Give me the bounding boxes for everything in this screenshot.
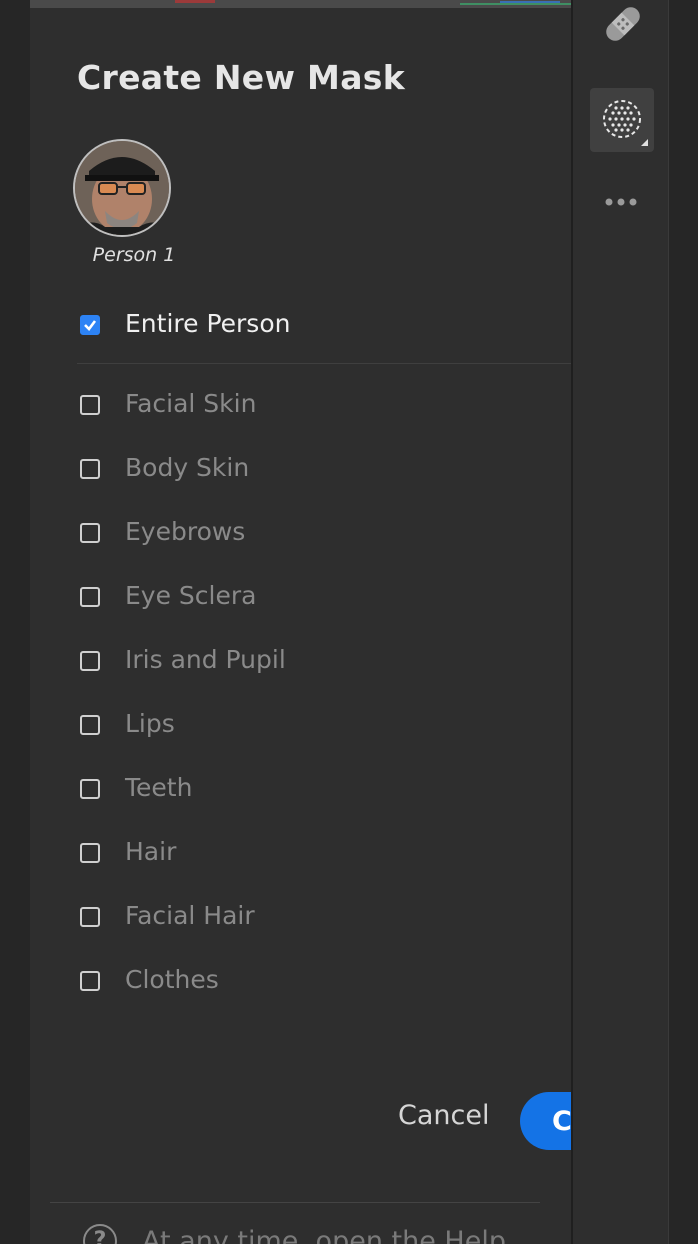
histogram-strip — [30, 0, 571, 8]
eye-sclera-option[interactable]: Eye Sclera — [80, 579, 540, 619]
expand-corner-icon — [641, 139, 648, 146]
entire-person-label: Entire Person — [125, 309, 291, 338]
hair-option[interactable]: Hair — [80, 835, 540, 875]
facial-hair-checkbox[interactable] — [80, 907, 100, 927]
right-background — [668, 0, 698, 1244]
dialog-title: Create New Mask — [77, 58, 405, 97]
teeth-checkbox[interactable] — [80, 779, 100, 799]
hair-label: Hair — [125, 837, 177, 866]
hair-checkbox[interactable] — [80, 843, 100, 863]
teeth-label: Teeth — [125, 773, 193, 802]
body-skin-label: Body Skin — [125, 453, 250, 482]
create-new-mask-panel: Create New Mask Person 1 Entire Person F… — [30, 0, 571, 1244]
healing-bandage-icon[interactable] — [601, 2, 645, 46]
clothes-label: Clothes — [125, 965, 219, 994]
person-thumbnail[interactable] — [73, 139, 171, 237]
eyebrows-checkbox[interactable] — [80, 523, 100, 543]
lips-checkbox[interactable] — [80, 715, 100, 735]
masking-icon[interactable] — [590, 88, 654, 152]
clothes-checkbox[interactable] — [80, 971, 100, 991]
entire-person-checkbox[interactable] — [80, 315, 100, 335]
person-label: Person 1 — [92, 244, 176, 266]
help-icon[interactable]: ? — [83, 1224, 117, 1244]
iris-and-pupil-label: Iris and Pupil — [125, 645, 286, 674]
lips-label: Lips — [125, 709, 175, 738]
facial-hair-label: Facial Hair — [125, 901, 255, 930]
clothes-option[interactable]: Clothes — [80, 963, 540, 1003]
iris-and-pupil-option[interactable]: Iris and Pupil — [80, 643, 540, 683]
eye-sclera-checkbox[interactable] — [80, 587, 100, 607]
body-skin-option[interactable]: Body Skin — [80, 451, 540, 491]
body-skin-checkbox[interactable] — [80, 459, 100, 479]
iris-and-pupil-checkbox[interactable] — [80, 651, 100, 671]
create-button[interactable]: C — [520, 1092, 571, 1150]
tool-strip — [573, 0, 668, 1244]
footer-divider — [50, 1202, 540, 1203]
help-text: At any time, open the Help — [142, 1226, 506, 1244]
left-background — [0, 0, 30, 1244]
eyebrows-label: Eyebrows — [125, 517, 246, 546]
facial-skin-label: Facial Skin — [125, 389, 257, 418]
eyebrows-option[interactable]: Eyebrows — [80, 515, 540, 555]
lips-option[interactable]: Lips — [80, 707, 540, 747]
teeth-option[interactable]: Teeth — [80, 771, 540, 811]
facial-skin-checkbox[interactable] — [80, 395, 100, 415]
eye-sclera-label: Eye Sclera — [125, 581, 257, 610]
more-options-icon[interactable] — [601, 190, 641, 214]
divider — [77, 363, 571, 364]
entire-person-option[interactable]: Entire Person — [80, 307, 540, 347]
facial-skin-option[interactable]: Facial Skin — [80, 387, 540, 427]
cancel-button[interactable]: Cancel — [398, 1100, 489, 1131]
facial-hair-option[interactable]: Facial Hair — [80, 899, 540, 939]
